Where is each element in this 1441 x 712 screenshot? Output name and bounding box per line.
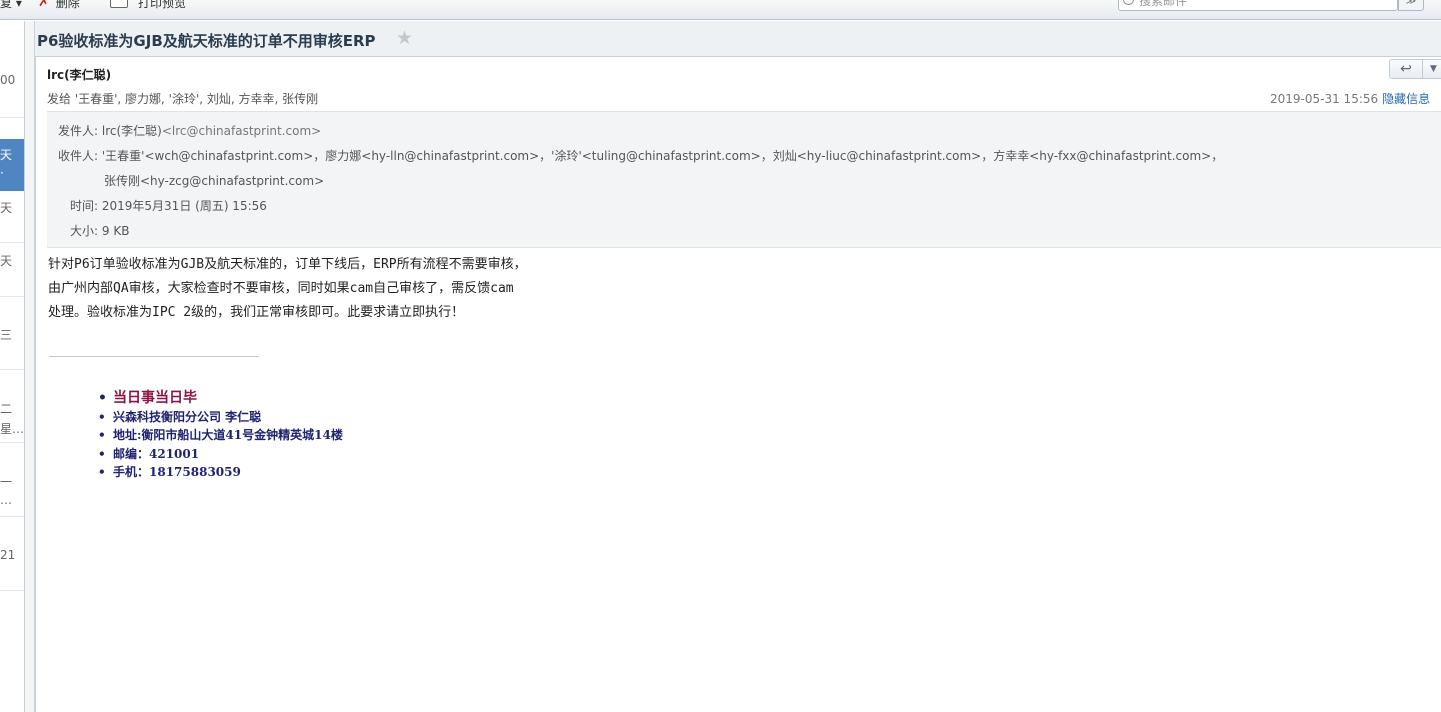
body-line: 处理。验收标准为IPC 2级的，我们正常审核即可。此要求请立即执行！ xyxy=(48,305,465,320)
list-item-text: 三 xyxy=(0,328,13,342)
signature-address: 地址:衡阳市船山大道41号金钟精英城14楼 xyxy=(98,426,343,445)
list-item[interactable]: 00 xyxy=(0,73,24,87)
list-item[interactable]: 二 xyxy=(0,400,24,417)
body-line: 针对P6订单验收标准为GJB及航天标准的，订单下线后，ERP所有流程不需要审核， xyxy=(48,257,527,272)
signature-phone: 手机：18175883059 xyxy=(98,463,343,482)
toolbar: 复 ▾ ✗ 删除 打印预览 搜索邮件 ≫ xyxy=(0,0,1441,20)
print-preview-label: 打印预览 xyxy=(138,0,187,10)
signature-motto: 当日事当日毕 xyxy=(98,389,343,408)
message-subject: P6验收标准为GJB及航天标准的订单不用审核ERP xyxy=(37,32,376,50)
signature-postcode: 邮编：421001 xyxy=(98,445,343,464)
message-body: 针对P6订单验收标准为GJB及航天标准的，订单下线后，ERP所有流程不需要审核，… xyxy=(48,253,527,325)
list-item-text: 二 xyxy=(0,402,13,416)
chevron-down-icon: ▼ xyxy=(1430,64,1437,74)
search-placeholder: 搜索邮件 xyxy=(1139,0,1188,8)
body-line: 由广州内部QA审核，大家检查时不要审核，同时如果cam自己审核了，需反馈cam xyxy=(48,281,514,296)
message-details: 发件人: lrc(李仁聪)<lrc@chinafastprint.com> 收件… xyxy=(47,111,1441,248)
list-item[interactable]: 一 xyxy=(0,473,24,490)
list-item-text: … xyxy=(0,493,12,507)
size-value: 9 KB xyxy=(101,224,130,238)
list-divider xyxy=(0,242,24,243)
list-item[interactable]: 天 xyxy=(0,252,24,269)
size-row: 大小: 9 KB xyxy=(70,222,129,239)
list-divider xyxy=(0,117,24,118)
signature-divider xyxy=(49,356,259,357)
list-item-text: 天 xyxy=(0,201,13,215)
time-label: 时间: xyxy=(70,199,99,213)
list-divider xyxy=(0,296,24,297)
to-recipients-continued[interactable]: 张传刚<hy-zcg@chinafastprint.com> xyxy=(104,174,324,188)
date-text: 2019-05-31 15:56 xyxy=(1270,92,1379,106)
message-list-scrollbar[interactable] xyxy=(25,21,35,712)
hide-info-link[interactable]: 隐藏信息 xyxy=(1382,92,1430,106)
search-options-button[interactable]: ≫ xyxy=(1398,0,1424,11)
delete-label: 删除 xyxy=(55,0,80,10)
to-recipients[interactable]: '王春重'<wch@chinafastprint.com>，廖力娜<hy-lln… xyxy=(102,149,1223,163)
recipients-summary: 发给 '王春重', 廖力娜, '涂玲', 刘灿, 方幸幸, 张传刚 xyxy=(47,92,319,106)
list-item-text: 00 xyxy=(0,73,16,87)
list-item[interactable]: … xyxy=(0,493,24,507)
from-name[interactable]: lrc(李仁聪) xyxy=(102,124,162,138)
to-row-continued: 张传刚<hy-zcg@chinafastprint.com> xyxy=(104,172,324,189)
from-label: 发件人: xyxy=(58,124,99,138)
list-item-text: 一 xyxy=(0,475,13,489)
list-divider xyxy=(0,442,24,443)
reply-icon: ↩ xyxy=(1400,61,1412,77)
list-item[interactable]: 星… xyxy=(0,420,25,437)
list-divider xyxy=(0,369,24,370)
list-divider xyxy=(0,590,24,591)
list-item-text: · xyxy=(0,166,4,180)
message-date: 2019-05-31 15:56 隐藏信息 xyxy=(1270,90,1430,107)
list-item-text: 星… xyxy=(0,422,25,436)
list-item[interactable]: 三 xyxy=(0,326,24,343)
time-value: 2019年5月31日 (周五) 15:56 xyxy=(101,199,267,213)
size-label: 大小: xyxy=(70,224,99,238)
toolbar-dropdown[interactable]: 复 ▾ xyxy=(0,0,22,10)
signature: 当日事当日毕 兴森科技衡阳分公司 李仁聪 地址:衡阳市船山大道41号金钟精英城1… xyxy=(98,389,343,482)
to-label: 收件人: xyxy=(58,149,99,163)
printer-icon xyxy=(110,0,128,8)
delete-icon: ✗ xyxy=(38,0,50,10)
time-row: 时间: 2019年5月31日 (周五) 15:56 xyxy=(70,197,267,214)
chevron-down-icon: ≫ xyxy=(1405,0,1417,7)
search-icon xyxy=(1123,0,1134,5)
sender-name[interactable]: lrc(李仁聪) xyxy=(47,66,111,83)
from-address: <lrc@chinafastprint.com> xyxy=(161,124,322,138)
list-item-text: 21 xyxy=(0,548,16,562)
signature-company: 兴森科技衡阳分公司 李仁聪 xyxy=(98,408,343,427)
delete-button[interactable]: ✗ 删除 xyxy=(38,0,80,10)
star-icon[interactable]: ★ xyxy=(396,27,413,49)
list-divider xyxy=(0,516,24,517)
message-list: 00 天 · 天 天 三 二 星… 一 … 21 xyxy=(0,21,25,712)
subject-bar: P6验收标准为GJB及航天标准的订单不用审核ERP ★ xyxy=(35,21,1441,57)
list-item-selected-text: 天 · xyxy=(0,146,12,182)
toolbar-dropdown-label: 复 ▾ xyxy=(0,0,22,10)
list-item[interactable]: 21 xyxy=(0,548,24,562)
reply-button[interactable]: ↩ xyxy=(1389,59,1423,79)
list-item[interactable]: 天 xyxy=(0,199,24,216)
from-row: 发件人: lrc(李仁聪)<lrc@chinafastprint.com> xyxy=(58,122,321,139)
list-item-text: 天 xyxy=(0,254,13,268)
to-row: 收件人: '王春重'<wch@chinafastprint.com>，廖力娜<h… xyxy=(58,147,1223,164)
list-item-text: 天 xyxy=(0,148,13,162)
reading-pane: lrc(李仁聪) 发给 '王春重', 廖力娜, '涂玲', 刘灿, 方幸幸, 张… xyxy=(35,57,1441,712)
search-input[interactable]: 搜索邮件 xyxy=(1118,0,1398,11)
more-actions-button[interactable]: ▼ xyxy=(1423,59,1441,79)
print-preview-button[interactable]: 打印预览 xyxy=(110,0,186,10)
